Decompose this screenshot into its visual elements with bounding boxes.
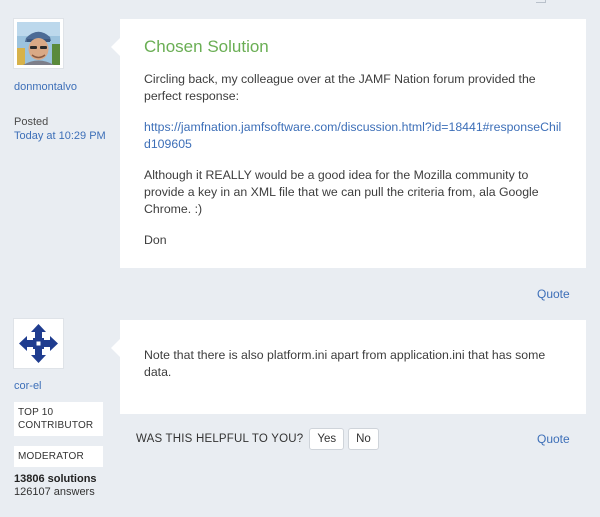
avatar[interactable] [14,319,63,368]
author-name[interactable]: donmontalvo [14,81,106,93]
jamf-discussion-link[interactable]: https://jamfnation.jamfsoftware.com/disc… [144,120,561,151]
answers-count: 126107 answers [14,486,95,498]
yes-button[interactable]: Yes [309,428,345,450]
no-button[interactable]: No [348,428,379,450]
post-paragraph: Although it REALLY would be a good idea … [144,168,539,216]
role-badge-moderator: MODERATOR [14,446,103,467]
post-body: Note that there is also platform.ini apa… [144,348,546,379]
quote-button[interactable]: Quote [537,432,570,446]
post-card-reply: Note that there is also platform.ini apa… [111,320,586,414]
post-card-solution: Chosen Solution Circling back, my collea… [111,19,586,268]
post-link-paragraph: https://jamfnation.jamfsoftware.com/disc… [144,119,562,153]
solutions-count: 13806 solutions [14,473,97,485]
role-badge-top-contributor: TOP 10 CONTRIBUTOR [14,402,103,436]
moderator-cross-icon [17,322,60,365]
user-photo-icon [17,22,60,65]
chosen-solution-title: Chosen Solution [144,37,269,56]
helpful-vote-row: WAS THIS HELPFUL TO YOU? Yes No [136,428,379,450]
posted-time[interactable]: Today at 10:29 PM [14,130,106,142]
previous-post-edge [536,0,546,3]
post-paragraph: Circling back, my colleague over at the … [144,72,536,103]
post-author-cor-el: cor-el TOP 10 CONTRIBUTOR MODERATOR 1380… [14,319,103,498]
posted-label: Posted [14,116,49,128]
avatar[interactable] [14,19,63,68]
helpful-question: WAS THIS HELPFUL TO YOU? [136,433,304,445]
post-signature: Don [144,233,167,247]
quote-button[interactable]: Quote [537,287,570,301]
post-author-donmontalvo: donmontalvo Posted Today at 10:29 PM [14,19,106,142]
author-name[interactable]: cor-el [14,380,103,392]
